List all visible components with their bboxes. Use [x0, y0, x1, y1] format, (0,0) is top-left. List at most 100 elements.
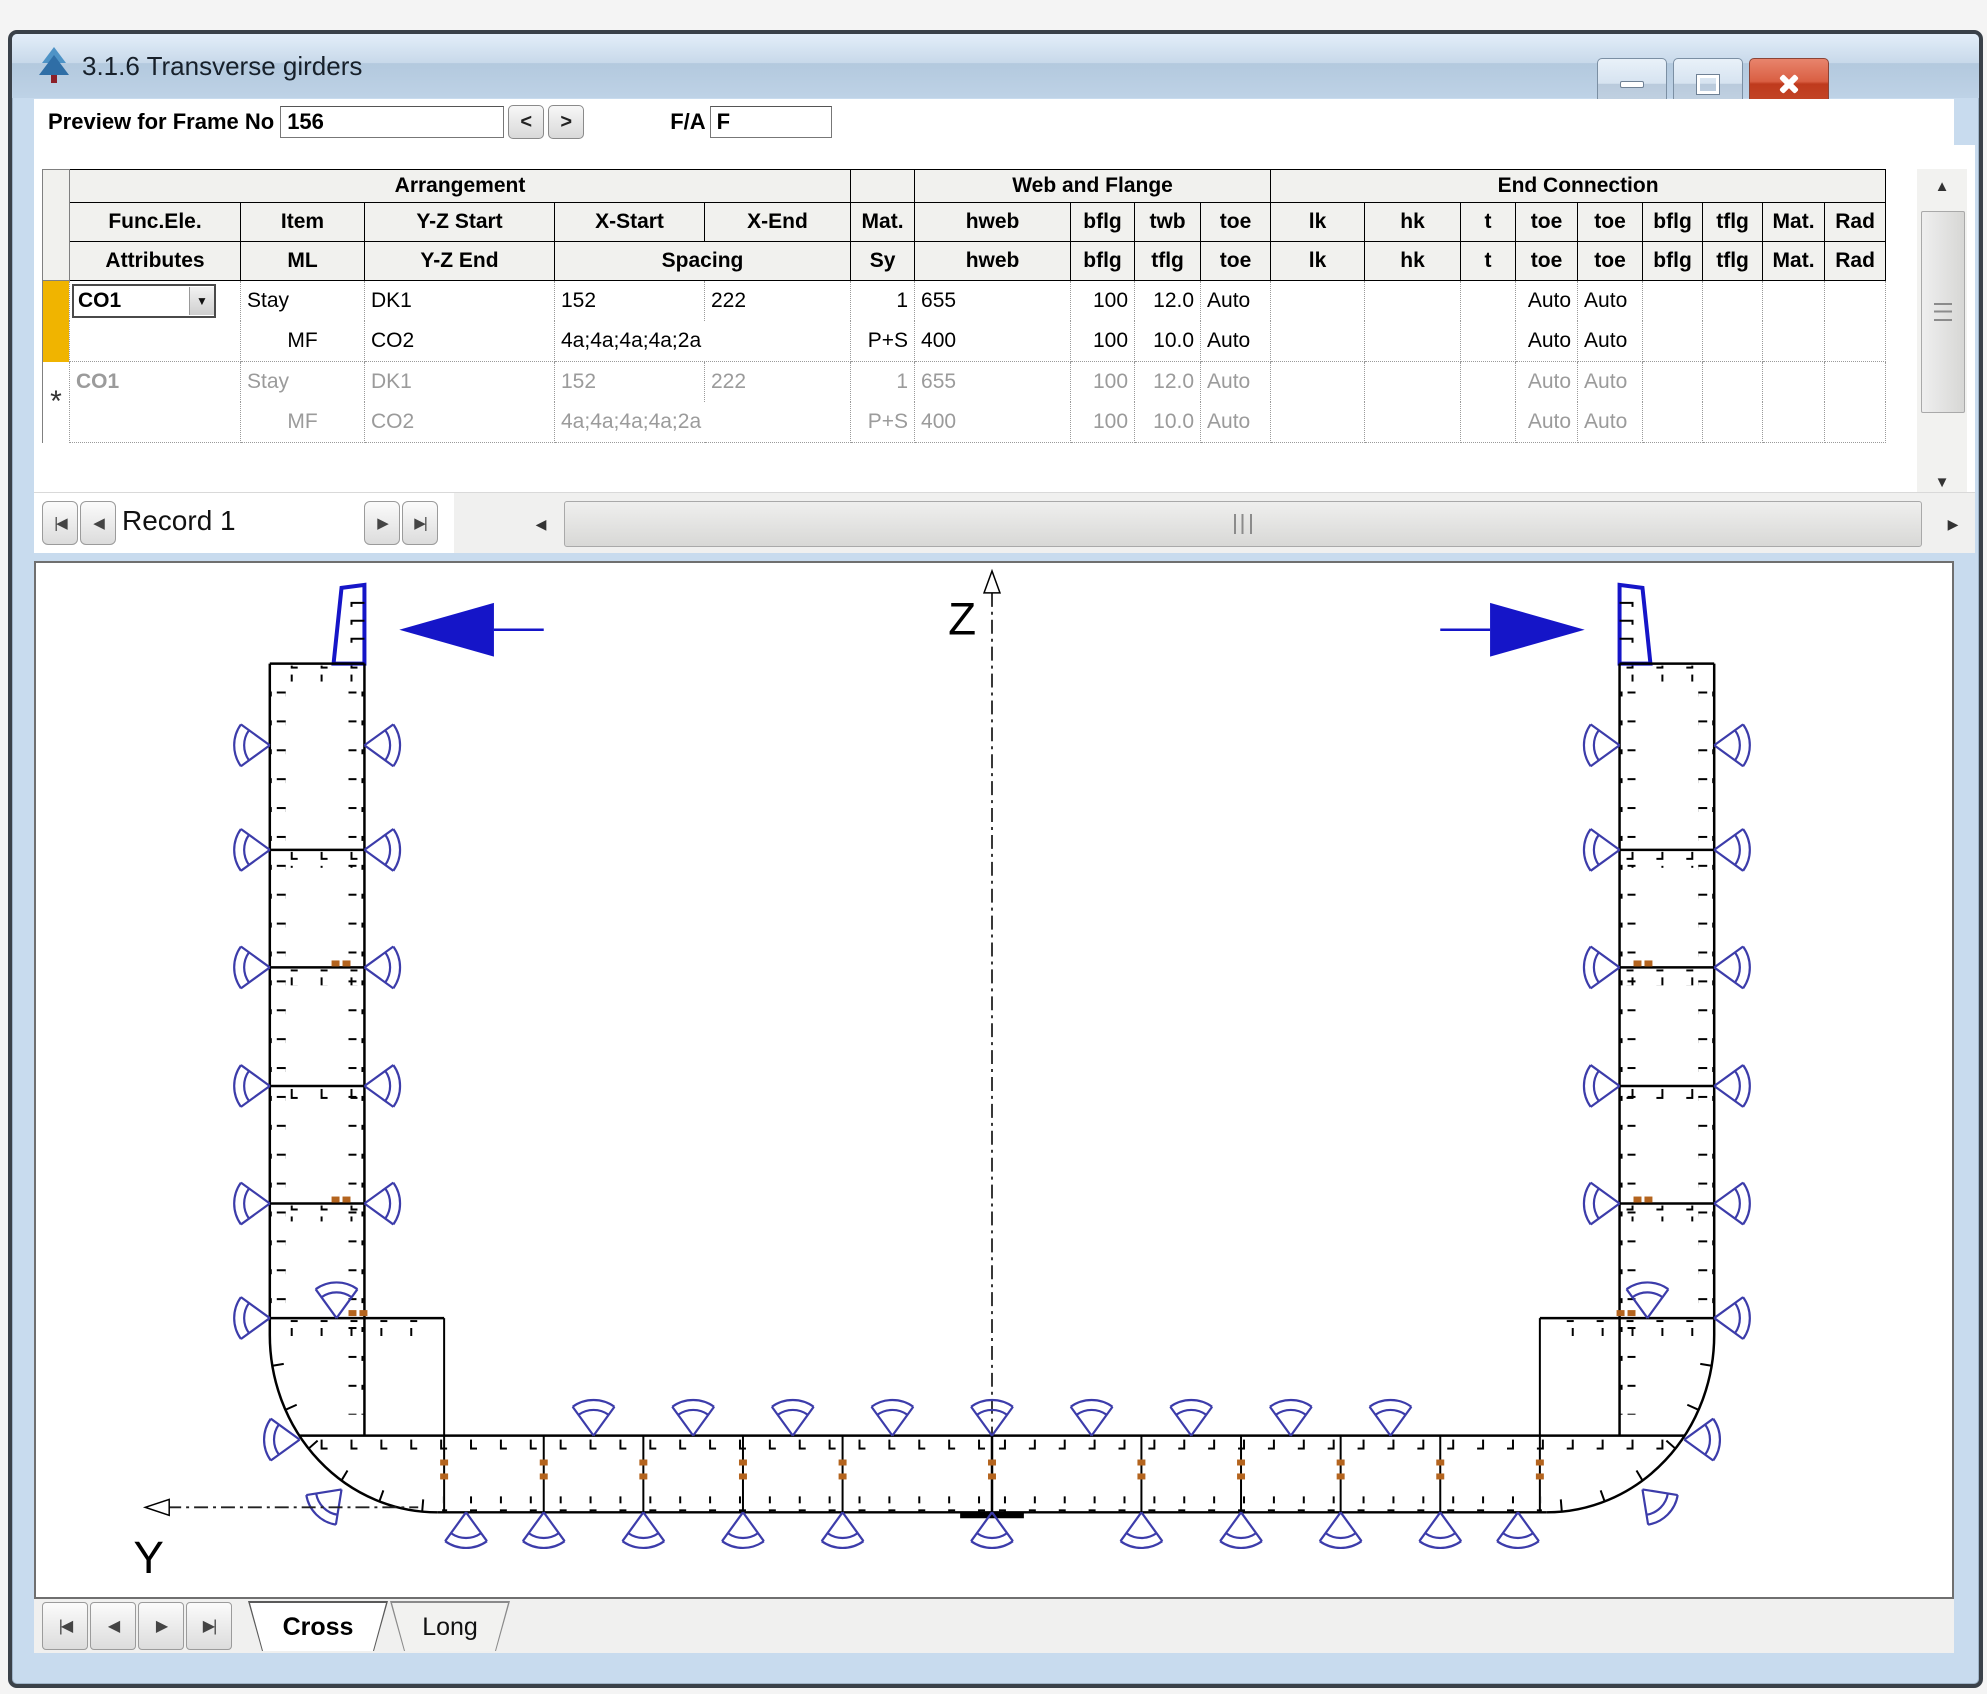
col-mat2[interactable]: Mat.: [1763, 203, 1825, 242]
last-record-button[interactable]: ▶|: [402, 501, 438, 545]
cell[interactable]: 400: [915, 321, 1071, 362]
tab-scroll-first-button[interactable]: |◀: [42, 1602, 88, 1650]
cell[interactable]: CO2: [365, 321, 555, 362]
col-item[interactable]: Item: [241, 203, 365, 242]
cell[interactable]: P+S: [851, 402, 915, 443]
cell[interactable]: MF: [241, 402, 365, 443]
cell[interactable]: CO2: [365, 402, 555, 443]
cell[interactable]: 100: [1071, 321, 1135, 362]
col-hk-2[interactable]: hk: [1365, 242, 1461, 281]
cell[interactable]: Auto: [1201, 281, 1271, 322]
cell[interactable]: 100: [1071, 402, 1135, 443]
scroll-up-button[interactable]: ▲: [1919, 169, 1965, 203]
cell[interactable]: 10.0: [1135, 321, 1201, 362]
next-record-button[interactable]: ▶: [364, 501, 400, 545]
col-rad-2[interactable]: Rad: [1825, 242, 1886, 281]
cell[interactable]: [1825, 281, 1886, 322]
previous-record-button[interactable]: ◀: [80, 501, 116, 545]
cell[interactable]: [70, 321, 241, 362]
col-ml[interactable]: ML: [241, 242, 365, 281]
table-vertical-scrollbar[interactable]: ▲ ▼: [1917, 169, 1967, 499]
cell[interactable]: 100: [1071, 281, 1135, 322]
cell[interactable]: [1703, 402, 1763, 443]
col-toe[interactable]: toe: [1201, 203, 1271, 242]
cell[interactable]: DK1: [365, 362, 555, 403]
first-record-button[interactable]: |◀: [42, 501, 78, 545]
frame-next-button[interactable]: >: [548, 105, 584, 139]
col-toe3[interactable]: toe: [1578, 203, 1643, 242]
table-row[interactable]: MF CO2 4a;4a;4a;4a;2a P+S 400 100 10.0 A…: [43, 402, 1886, 443]
cell[interactable]: 10.0: [1135, 402, 1201, 443]
cell[interactable]: 12.0: [1135, 281, 1201, 322]
col-hk[interactable]: hk: [1365, 203, 1461, 242]
col-sy[interactable]: Sy: [851, 242, 915, 281]
table-row[interactable]: MF CO2 4a;4a;4a;4a;2a P+S 400 100 10.0 A…: [43, 321, 1886, 362]
col-bflg2[interactable]: bflg: [1643, 203, 1703, 242]
col-lk-2[interactable]: lk: [1271, 242, 1365, 281]
cell[interactable]: P+S: [851, 321, 915, 362]
cell[interactable]: 1: [851, 362, 915, 403]
cell[interactable]: 655: [915, 281, 1071, 322]
cell[interactable]: [1643, 321, 1703, 362]
cell[interactable]: [1365, 402, 1461, 443]
col-toe2[interactable]: toe: [1516, 203, 1578, 242]
cell[interactable]: [1461, 281, 1516, 322]
col-toe2-2[interactable]: toe: [1516, 242, 1578, 281]
tab-scroll-prev-button[interactable]: ◀: [90, 1602, 136, 1650]
cell[interactable]: DK1: [365, 281, 555, 322]
cell[interactable]: Auto: [1201, 321, 1271, 362]
col-hweb-2[interactable]: hweb: [915, 242, 1071, 281]
col-bflg[interactable]: bflg: [1071, 203, 1135, 242]
col-mat[interactable]: Mat.: [851, 203, 915, 242]
tab-long[interactable]: Long: [390, 1601, 510, 1651]
col-toe3-2[interactable]: toe: [1578, 242, 1643, 281]
col-mat2-2[interactable]: Mat.: [1763, 242, 1825, 281]
cell[interactable]: Auto: [1201, 362, 1271, 403]
scroll-right-button[interactable]: ▶: [1936, 507, 1970, 541]
row-selected-marker[interactable]: [43, 281, 70, 362]
col-attributes[interactable]: Attributes: [70, 242, 241, 281]
col-lk[interactable]: lk: [1271, 203, 1365, 242]
table-row[interactable]: * CO1 Stay DK1 152 222 1 655 100 12.0 Au…: [43, 362, 1886, 403]
cell[interactable]: Auto: [1516, 281, 1578, 322]
cell[interactable]: Auto: [1578, 402, 1643, 443]
cell[interactable]: Stay: [241, 362, 365, 403]
cell[interactable]: Stay: [241, 281, 365, 322]
cell[interactable]: [1703, 362, 1763, 403]
col-bflg-2[interactable]: bflg: [1071, 242, 1135, 281]
col-tflg[interactable]: tflg: [1703, 203, 1763, 242]
tab-scroll-last-button[interactable]: ▶|: [186, 1602, 232, 1650]
cell[interactable]: 222: [705, 362, 851, 403]
col-spacing[interactable]: Spacing: [555, 242, 851, 281]
table-horizontal-scrollbar[interactable]: ◀ ▶: [524, 497, 1970, 549]
cell[interactable]: Auto: [1516, 321, 1578, 362]
cell[interactable]: CO1: [70, 362, 241, 403]
cell[interactable]: [1643, 362, 1703, 403]
cell[interactable]: [1365, 362, 1461, 403]
cell[interactable]: [1365, 321, 1461, 362]
col-twb[interactable]: twb: [1135, 203, 1201, 242]
col-x-start[interactable]: X-Start: [555, 203, 705, 242]
scrollbar-thumb[interactable]: [1921, 211, 1965, 413]
col-toe-2[interactable]: toe: [1201, 242, 1271, 281]
scroll-left-button[interactable]: ◀: [524, 507, 558, 541]
cell[interactable]: [1271, 402, 1365, 443]
scrollbar-thumb[interactable]: [564, 501, 1922, 547]
preview-canvas[interactable]: Z Y: [34, 561, 1954, 1599]
cell[interactable]: Auto: [1578, 362, 1643, 403]
cell[interactable]: [1271, 362, 1365, 403]
col-funcele[interactable]: Func.Ele.: [70, 203, 241, 242]
col-hweb[interactable]: hweb: [915, 203, 1071, 242]
cell[interactable]: [1461, 402, 1516, 443]
cell[interactable]: [1461, 321, 1516, 362]
cell[interactable]: Auto: [1516, 362, 1578, 403]
cell[interactable]: 4a;4a;4a;4a;2a: [555, 402, 851, 443]
cell[interactable]: 655: [915, 362, 1071, 403]
cell[interactable]: Auto: [1578, 281, 1643, 322]
frame-prev-button[interactable]: <: [508, 105, 544, 139]
col-tflg-2[interactable]: tflg: [1135, 242, 1201, 281]
cell[interactable]: [1703, 321, 1763, 362]
cell[interactable]: 152: [555, 362, 705, 403]
cell[interactable]: [1763, 281, 1825, 322]
cell[interactable]: Auto: [1516, 402, 1578, 443]
